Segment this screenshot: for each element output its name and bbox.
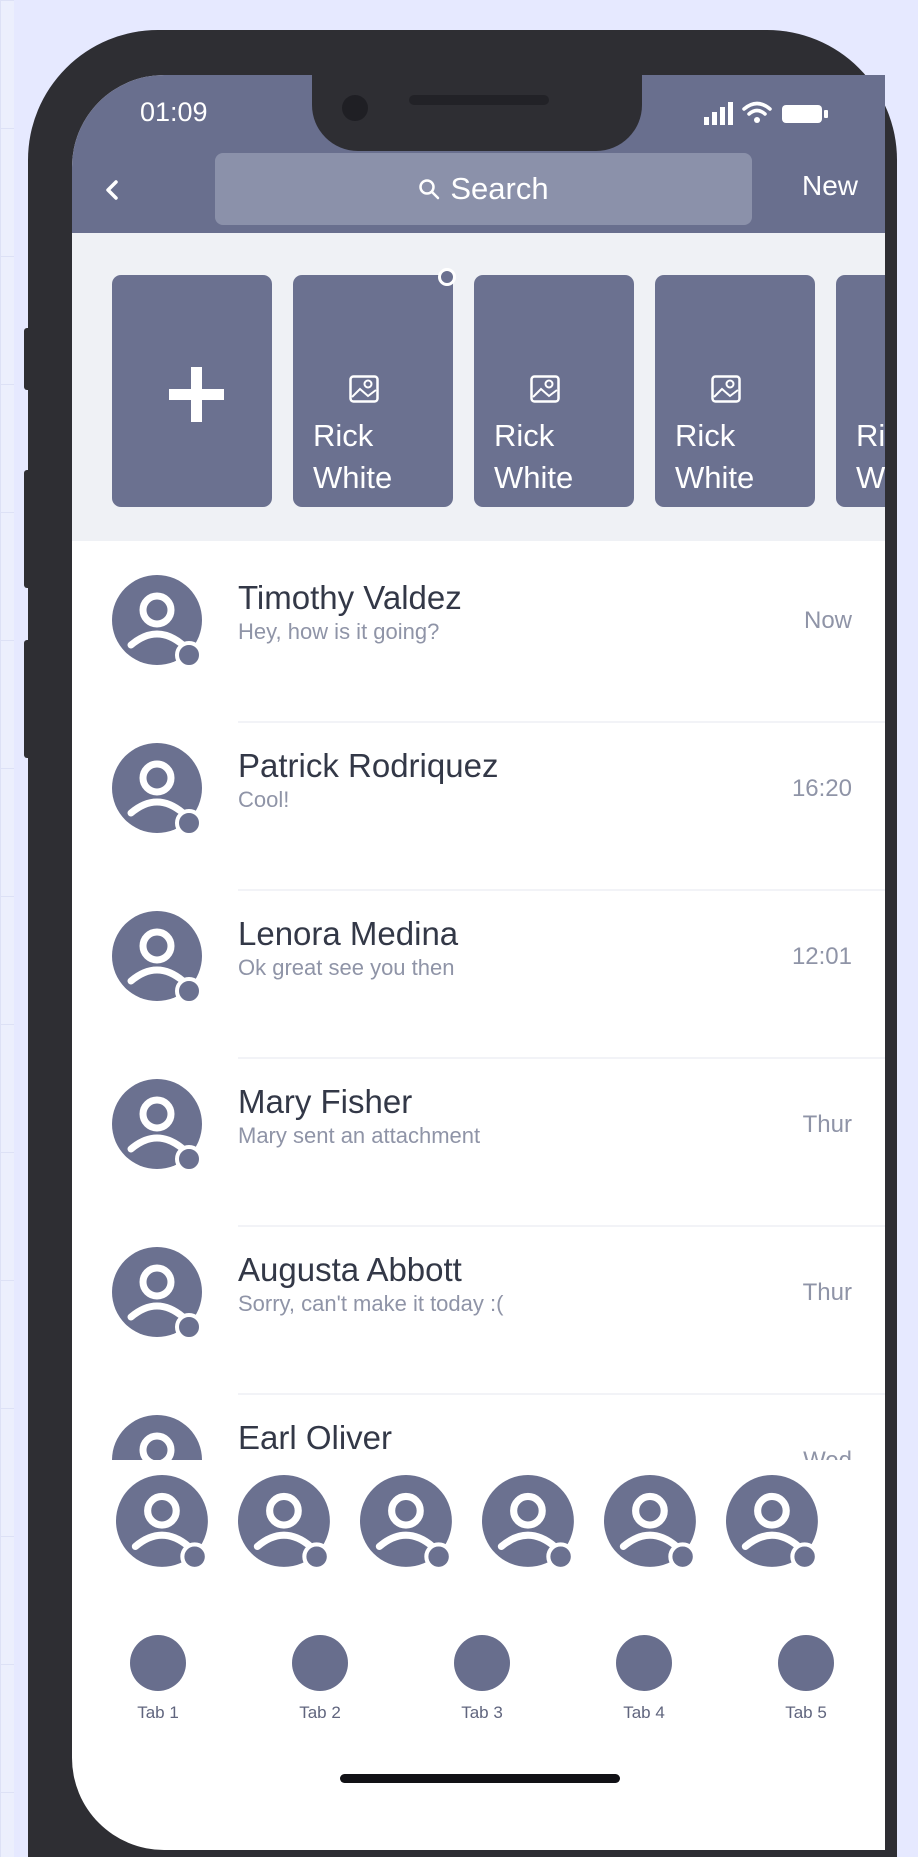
story-card[interactable]: Rick White [655,275,815,507]
chat-name: Patrick Rodriquez [238,747,499,784]
avatar-icon [112,743,203,837]
story-name: Ri W [856,418,885,495]
chat-row[interactable]: Earl Oliver Wed [72,1395,885,1460]
chat-name: Earl Oliver [238,1419,393,1456]
chat-name: Augusta Abbott [238,1251,462,1288]
story-name: Rick White [494,418,574,495]
image-icon [530,375,560,403]
tab-3[interactable]: Tab 3 [432,1635,532,1735]
tab-label: Tab 3 [461,1703,503,1722]
stories-row: Rick White Rick White Rick White Ri W [112,268,885,507]
search-placeholder: Search [450,171,549,206]
home-indicator [340,1774,620,1783]
search-input[interactable]: Search [215,153,752,225]
status-icons [704,99,834,127]
chat-preview: Cool! [238,787,290,812]
story-name: Rick White [675,418,755,495]
chevron-left-icon [106,180,118,200]
chat-time: Now [803,607,852,634]
tab-label: Tab 1 [137,1703,179,1722]
chat-preview: Hey, how is it going? [238,619,440,644]
search-icon [419,179,440,200]
chat-preview: Sorry, can't make it today :( [238,1291,504,1316]
notch-camera [342,95,368,121]
plus-icon [169,367,224,422]
tab-4[interactable]: Tab 4 [594,1635,694,1735]
chat-list: Timothy Valdez Hey, how is it going? Now… [72,555,885,1460]
chat-name: Mary Fisher [238,1083,413,1120]
tab-bar: Tab 1 Tab 2 Tab 3 Tab 4 Tab 5 [72,1635,885,1735]
tab-icon [454,1635,510,1691]
app-screen: 01:09 Search New Rick White Rick White R… [72,75,885,1850]
chat-time: 16:20 [791,775,852,802]
status-time: 01:09 [140,97,208,127]
avatar-icon[interactable] [482,1475,580,1573]
avatar-icon[interactable] [604,1475,702,1573]
tab-label: Tab 2 [299,1703,341,1722]
story-card[interactable]: Ri W [836,275,885,507]
avatar-icon [112,575,203,669]
side-button-volume-up [24,470,34,588]
avatar-icon [112,911,203,1005]
story-card[interactable]: Rick White [474,275,634,507]
tab-5[interactable]: Tab 5 [756,1635,856,1735]
avatar-icon[interactable] [726,1475,824,1573]
signal-icon [704,101,828,125]
new-button[interactable]: New [802,170,858,202]
side-button-volume-down [24,640,34,758]
wifi-icon [742,101,772,116]
tab-label: Tab 5 [785,1703,827,1722]
chat-name: Lenora Medina [238,915,459,952]
back-button[interactable] [92,170,132,210]
chat-time: Wed [803,1447,852,1460]
battery-icon [782,105,828,123]
notch-speaker [409,95,549,105]
chat-row[interactable]: Mary Fisher Mary sent an attachment Thur [72,1059,885,1227]
chat-preview: Mary sent an attachment [238,1123,481,1148]
tab-icon [778,1635,834,1691]
image-icon [711,375,741,403]
chat-row[interactable]: Augusta Abbott Sorry, can't make it toda… [72,1227,885,1395]
tab-icon [616,1635,672,1691]
avatar-icon [112,1415,202,1460]
chat-row[interactable]: Lenora Medina Ok great see you then 12:0… [72,891,885,1059]
story-unread-dot [438,268,456,286]
avatar-icon[interactable] [360,1475,458,1573]
chat-time: 12:01 [791,943,852,970]
tab-icon [292,1635,348,1691]
side-button-mute [24,328,34,390]
add-story-button[interactable] [112,275,272,507]
avatar-icon[interactable] [116,1475,214,1573]
tab-icon [130,1635,186,1691]
avatar-icon [112,1247,203,1341]
image-icon [349,375,379,403]
chat-time: Thur [802,1279,852,1306]
story-card[interactable]: Rick White [293,275,453,507]
chat-time: Thur [802,1111,852,1138]
avatar-icon [112,1079,203,1173]
chat-name: Timothy Valdez [238,579,462,616]
avatar-icon[interactable] [238,1475,336,1573]
story-name: Rick White [313,418,393,495]
tab-label: Tab 4 [623,1703,665,1722]
chat-row[interactable]: Timothy Valdez Hey, how is it going? Now [72,555,885,723]
tab-1[interactable]: Tab 1 [108,1635,208,1735]
chat-preview: Ok great see you then [238,955,455,980]
tab-2[interactable]: Tab 2 [270,1635,370,1735]
contact-avatar-strip [72,1475,885,1595]
chat-row[interactable]: Patrick Rodriquez Cool! 16:20 [72,723,885,891]
